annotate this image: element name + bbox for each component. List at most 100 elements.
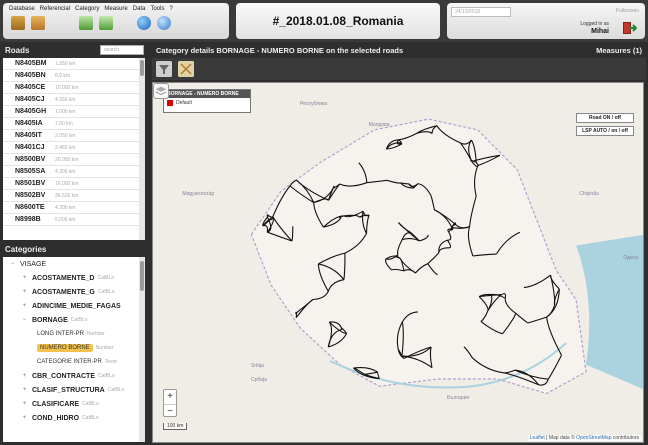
user-name: Mihai bbox=[591, 28, 609, 35]
expand-icon[interactable]: + bbox=[21, 415, 28, 422]
globe-link-icon[interactable] bbox=[157, 16, 171, 30]
category-field-item[interactable]: CATEGORIE INTER-PR Texte bbox=[3, 355, 145, 369]
zoom-out-button[interactable]: − bbox=[164, 404, 176, 418]
user-panel: 24/10/2018 Fullscreen Logged in as Mihai bbox=[447, 3, 645, 39]
measures-toggle[interactable]: Measures (1) bbox=[596, 46, 642, 55]
category-type-hint: CatBLo bbox=[70, 317, 88, 323]
map-place-label: Одеса bbox=[623, 255, 639, 262]
expand-icon[interactable]: + bbox=[21, 387, 28, 394]
database-icon[interactable] bbox=[11, 16, 25, 30]
details-title: Category details BORNAGE - NUMERO BORNE … bbox=[156, 46, 404, 55]
database-title: #_2018.01.08_Romania bbox=[272, 14, 404, 28]
expand-icon[interactable]: + bbox=[21, 373, 28, 380]
date-field[interactable]: 24/10/2018 bbox=[451, 7, 511, 17]
category-type-hint: Number bbox=[95, 345, 114, 351]
legend-title: BORNAGE - NUMERO BORNE bbox=[164, 90, 250, 98]
logged-in-label: Logged in as bbox=[580, 21, 609, 27]
lsp-toggle-button[interactable]: LSP AUTO / on / off bbox=[576, 126, 634, 136]
road-toggle-button[interactable]: Road ON / off bbox=[576, 113, 634, 123]
app-window: Database Referencial Category Measure Da… bbox=[0, 0, 648, 445]
expand-icon[interactable]: + bbox=[21, 275, 28, 282]
category-node[interactable]: − BORNAGE CatBLo bbox=[3, 313, 145, 327]
road-map[interactable]: BORNAGE - NUMERO BORNE Default Road ON /… bbox=[152, 82, 644, 443]
attribution-text: | Map data © bbox=[544, 435, 577, 441]
road-row[interactable]: N8502BV 36.536 km bbox=[3, 190, 145, 202]
road-row[interactable]: N8401CJ 2.460 km bbox=[3, 142, 145, 154]
map-view-icon[interactable] bbox=[178, 61, 194, 77]
roads-scrollbar-thumb[interactable] bbox=[140, 60, 144, 76]
filter-icon[interactable] bbox=[156, 61, 172, 77]
map-place-label: Србија bbox=[251, 377, 267, 384]
road-code: N8405CE bbox=[15, 84, 46, 91]
road-row[interactable]: N8600TE 4.300 km bbox=[3, 202, 145, 214]
category-node[interactable]: + CLASIFICARE CatBLo bbox=[3, 397, 145, 411]
road-code: N8500BV bbox=[15, 156, 46, 163]
database-title-panel: #_2018.01.08_Romania bbox=[236, 3, 440, 39]
roads-scrollbar[interactable] bbox=[139, 58, 145, 240]
logout-icon[interactable] bbox=[621, 20, 637, 36]
zoom-in-button[interactable]: + bbox=[164, 390, 176, 404]
category-node[interactable]: + ADINCIME_MEDIE_FAGAS bbox=[3, 299, 145, 313]
forward-icon[interactable] bbox=[99, 16, 113, 30]
expand-icon[interactable]: + bbox=[21, 401, 28, 408]
road-row[interactable]: N8405BN 8.9 km bbox=[3, 70, 145, 82]
category-label: LONG INTER-PR bbox=[37, 331, 85, 337]
category-field-item[interactable]: NUMERO BORNE Number bbox=[3, 341, 145, 355]
map-place-label: Chișinău bbox=[579, 190, 599, 197]
road-row[interactable]: N8500BV 20.050 km bbox=[3, 154, 145, 166]
layers-icon[interactable] bbox=[153, 83, 169, 99]
categories-scrollbar[interactable] bbox=[139, 257, 145, 442]
menu-measure[interactable]: Measure bbox=[104, 6, 127, 12]
category-node[interactable]: + CLASIF_STRUCTURA CatBLo bbox=[3, 383, 145, 397]
road-row[interactable]: N8405IA 7.00 km bbox=[3, 118, 145, 130]
collapse-icon[interactable]: − bbox=[9, 261, 16, 268]
menu-referencial[interactable]: Referencial bbox=[40, 6, 70, 12]
menu-data[interactable]: Data bbox=[133, 6, 146, 12]
category-label: CBR_CONTRACTE bbox=[32, 372, 95, 380]
category-type-hint: CatBLo bbox=[82, 415, 99, 421]
category-label: NUMERO BORNE bbox=[37, 344, 93, 352]
category-node[interactable]: + ACOSTAMENTE_D CatBLo bbox=[3, 271, 145, 285]
legend-item-default: Default bbox=[164, 98, 250, 108]
road-length: 10.000 km bbox=[55, 84, 79, 91]
road-row[interactable]: N8998B 5.000 km bbox=[3, 214, 145, 226]
road-row[interactable]: N8405IT 2.050 km bbox=[3, 130, 145, 142]
road-row[interactable]: N8505SA 4.300 km bbox=[3, 166, 145, 178]
menu-tools[interactable]: Tools bbox=[150, 6, 164, 12]
road-code: N8998B bbox=[15, 216, 41, 223]
roads-search-input[interactable]: search bbox=[100, 45, 144, 55]
categories-panel-header: Categories bbox=[0, 243, 148, 256]
expand-icon[interactable]: + bbox=[21, 303, 28, 310]
osm-link[interactable]: OpenStreetMap bbox=[576, 435, 611, 441]
category-label: ADINCIME_MEDIE_FAGAS bbox=[32, 302, 121, 310]
export-icon[interactable] bbox=[31, 16, 45, 30]
road-row[interactable]: N8405CE 10.000 km bbox=[3, 82, 145, 94]
leaflet-link[interactable]: Leaflet bbox=[530, 435, 545, 441]
menu-database[interactable]: Database bbox=[9, 6, 35, 12]
road-row[interactable]: N8405CJ 4.550 km bbox=[3, 94, 145, 106]
categories-scrollbar-thumb[interactable] bbox=[140, 261, 144, 291]
road-length: 1.350 km bbox=[55, 60, 76, 67]
category-node[interactable]: + COND_HIDRO CatBLo bbox=[3, 411, 145, 425]
road-row[interactable]: N8501BV 16.000 km bbox=[3, 178, 145, 190]
expand-icon[interactable]: + bbox=[21, 289, 28, 296]
globe-icon[interactable] bbox=[137, 16, 151, 30]
category-node[interactable]: − VISAGE bbox=[3, 257, 145, 271]
collapse-icon[interactable]: − bbox=[21, 317, 28, 324]
zoom-control: + − bbox=[163, 389, 177, 417]
menu-category[interactable]: Category bbox=[75, 6, 99, 12]
category-label: ACOSTAMENTE_G bbox=[32, 288, 95, 296]
category-label: BORNAGE bbox=[32, 316, 68, 324]
fullscreen-link[interactable]: Fullscreen bbox=[616, 8, 639, 14]
map-canvas[interactable] bbox=[153, 83, 644, 443]
category-node[interactable]: + ACOSTAMENTE_G CatBLo bbox=[3, 285, 145, 299]
road-row[interactable]: N8405BM 1.350 km bbox=[3, 58, 145, 70]
road-code: N8405BN bbox=[15, 72, 46, 79]
road-code: N8600TE bbox=[15, 204, 45, 211]
category-field-item[interactable]: LONG INTER-PR Number bbox=[3, 327, 145, 341]
menu-help[interactable]: ? bbox=[169, 6, 172, 12]
attribution-end: contributors bbox=[611, 435, 639, 441]
add-page-icon[interactable] bbox=[79, 16, 93, 30]
category-node[interactable]: + CBR_CONTRACTE CatBLo bbox=[3, 369, 145, 383]
road-row[interactable]: N8405GH 1.000 km bbox=[3, 106, 145, 118]
